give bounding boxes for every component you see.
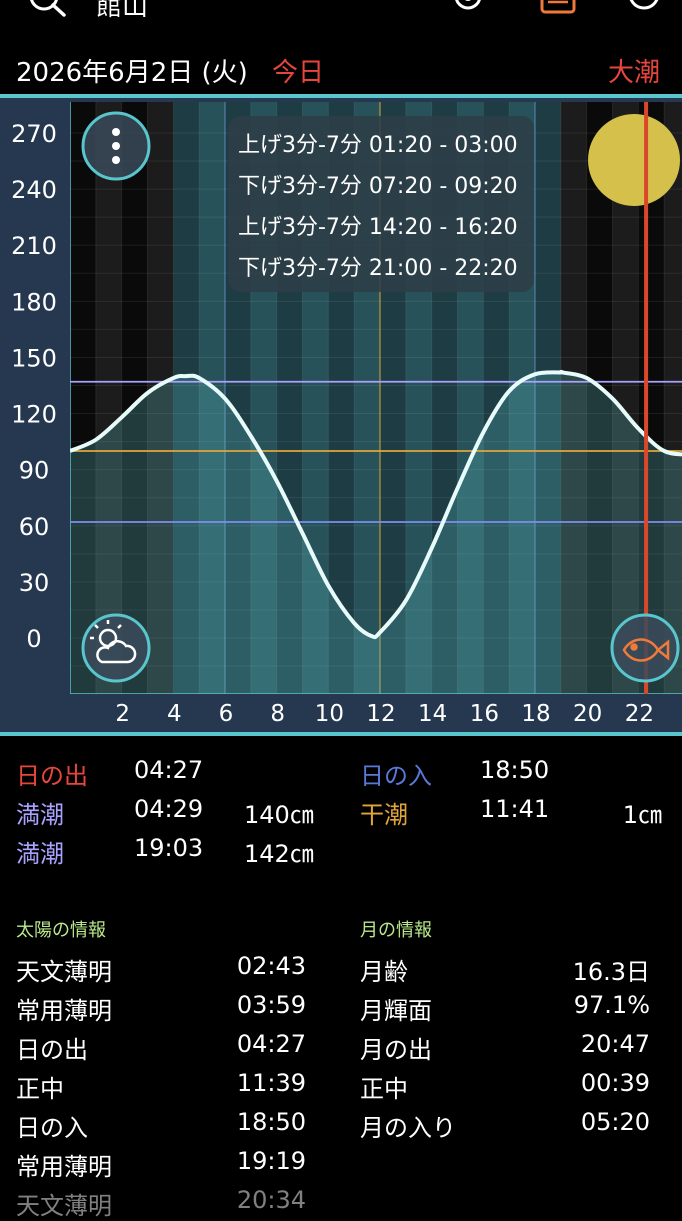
history-icon[interactable] [622, 0, 666, 44]
sun-info-label: 日の入 [16, 1114, 88, 1142]
x-tick-label: 6 [219, 701, 234, 727]
x-tick-label: 4 [167, 701, 182, 727]
y-tick-label: 150 [11, 344, 57, 372]
x-tick-label: 14 [418, 701, 447, 727]
moon-icon [588, 114, 680, 206]
weather-button[interactable] [81, 613, 151, 683]
sunrise-label: 日の出 [16, 762, 88, 790]
fishing-window-label: 下げ3分-7分 07:20 - 09:20 [238, 174, 518, 199]
moon-info-title: 月の情報 [360, 920, 432, 941]
high-tide-2-label: 満潮 [16, 840, 64, 868]
high-tide-1-time: 04:29 [134, 795, 204, 823]
sun-info-value: 11:39 [236, 1069, 306, 1097]
date-label[interactable]: 2026年6月2日 (火) [16, 52, 248, 89]
high-tide-2-level: 142㎝ [244, 840, 314, 868]
sun-info-value: 03:59 [236, 991, 306, 1019]
sunset-time: 18:50 [480, 756, 550, 784]
sun-info-label: 正中 [16, 1075, 64, 1103]
moon-info-value: 16.3日 [572, 958, 650, 986]
moon-info-value: 20:47 [580, 1030, 650, 1058]
y-tick-label: 240 [11, 176, 57, 204]
sun-info-label: 日の出 [16, 1036, 88, 1064]
moon-info-value: 05:20 [580, 1108, 650, 1136]
document-icon[interactable] [536, 0, 580, 44]
dots-icon [112, 128, 120, 136]
search-icon[interactable] [22, 0, 70, 44]
sunrise-time: 04:27 [134, 756, 204, 784]
moon-info-label: 正中 [360, 1075, 408, 1103]
sun-info-label: 天文薄明 [16, 1192, 112, 1220]
sun-info-title: 太陽の情報 [16, 920, 106, 941]
menu-button[interactable] [81, 111, 151, 181]
x-tick-label: 22 [625, 701, 654, 727]
moon-info-value: 00:39 [580, 1069, 650, 1097]
x-tick-label: 8 [270, 701, 285, 727]
x-tick-label: 18 [521, 701, 550, 727]
x-tick-label: 16 [470, 701, 499, 727]
sunset-label: 日の入 [360, 762, 432, 790]
low-tide-1-label: 干潮 [360, 801, 408, 829]
low-tide-1-time: 11:41 [480, 795, 550, 823]
high-tide-2-time: 19:03 [134, 834, 204, 862]
high-tide-1-label: 満潮 [16, 801, 64, 829]
sun-info-value: 04:27 [236, 1030, 306, 1058]
fishing-window-label: 下げ3分-7分 21:00 - 22:20 [238, 256, 518, 281]
today-label[interactable]: 今日 [272, 52, 324, 89]
fishing-button[interactable] [610, 613, 680, 683]
moon-info-label: 月の入り [360, 1114, 456, 1142]
fishing-window-label: 上げ3分-7分 14:20 - 16:20 [238, 215, 518, 240]
sun-info-value: 19:19 [236, 1147, 306, 1175]
tide-chart[interactable]: 270 240 210 180 150 120 90 60 30 0 2 4 6 8 10 12 14 16 18… [0, 98, 682, 732]
sun-info-value: 18:50 [236, 1108, 306, 1136]
x-tick-label: 10 [315, 701, 344, 727]
gear-icon[interactable] [446, 0, 490, 44]
sun-info-value: 20:34 [236, 1186, 306, 1214]
moon-info-label: 月の出 [360, 1036, 432, 1064]
y-tick-label: 120 [11, 401, 57, 429]
top-bar: 館山 [0, 0, 682, 44]
sun-info-label: 常用薄明 [16, 997, 112, 1025]
moon-info-label: 月齢 [360, 958, 408, 986]
sun-info-value: 02:43 [236, 952, 306, 980]
tide-type-label: 大潮 [607, 58, 660, 88]
date-bar: 2026年6月2日 (火) 今日 大潮 [0, 44, 682, 92]
fishing-window-label: 上げ3分-7分 01:20 - 03:00 [238, 133, 518, 158]
y-tick-label: 60 [19, 513, 50, 541]
x-tick-label: 20 [573, 701, 602, 727]
sun-info-label: 天文薄明 [16, 958, 112, 986]
low-tide-1-level: 1㎝ [622, 801, 662, 829]
y-tick-label: 30 [19, 569, 50, 597]
high-tide-1-level: 140㎝ [244, 801, 314, 829]
moon-info-label: 月輝面 [360, 997, 432, 1025]
location-title[interactable]: 館山 [96, 0, 148, 23]
y-tick-label: 0 [26, 625, 41, 653]
y-tick-label: 210 [11, 232, 57, 260]
y-tick-label: 90 [19, 457, 50, 485]
sun-info-label: 常用薄明 [16, 1153, 112, 1181]
x-tick-label: 2 [115, 701, 130, 727]
y-tick-label: 180 [11, 288, 57, 316]
moon-info-value: 97.1% [573, 991, 650, 1019]
y-tick-label: 270 [11, 120, 57, 148]
x-tick-label: 12 [366, 701, 395, 727]
tide-chart-panel: 270 240 210 180 150 120 90 60 30 0 2 4 6 8 10 12 14 16 18… [0, 94, 682, 736]
